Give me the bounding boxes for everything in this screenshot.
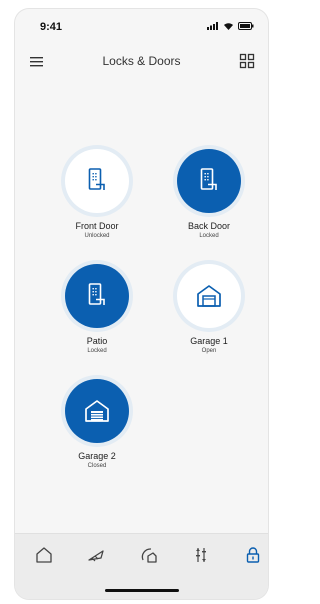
status-icons [207, 22, 254, 30]
battery-icon [238, 22, 254, 30]
home-icon [36, 547, 52, 563]
device-garage-1[interactable]: Garage 1 Open [169, 260, 249, 355]
nav-shortcuts[interactable] [86, 545, 106, 565]
door-lock-icon [200, 168, 217, 190]
nav-sliders[interactable] [191, 545, 211, 565]
device-status: Locked [199, 233, 219, 239]
wifi-icon [224, 23, 233, 30]
device-ring [61, 260, 133, 332]
device-ring [61, 375, 133, 447]
status-time: 9:41 [40, 21, 63, 33]
device-front-door[interactable]: Front Door Unlocked [57, 145, 137, 240]
grid-view-button[interactable] [239, 53, 255, 69]
signal-icon [207, 22, 218, 30]
device-back-door[interactable]: Back Door Locked [169, 145, 249, 240]
phone-screen: 9:41 Locks & Doors Front Door Unlocked B… [15, 9, 268, 599]
bottom-nav [15, 533, 268, 599]
garage-icon [85, 400, 109, 422]
sliders-icon [196, 548, 206, 562]
device-toggle-locked[interactable] [65, 264, 129, 328]
device-ring [173, 145, 245, 217]
app-bar: Locks & Doors [15, 49, 268, 79]
device-garage-2[interactable]: Garage 2 Closed [57, 375, 137, 470]
nav-home[interactable] [34, 545, 54, 565]
page-title: Locks & Doors [102, 54, 181, 68]
device-status: Closed [87, 463, 107, 469]
status-bar: 9:41 [15, 9, 268, 43]
device-name: Garage 1 [190, 336, 228, 346]
device-name: Garage 2 [78, 451, 116, 461]
device-status: Locked [87, 348, 107, 354]
garage-icon [197, 285, 221, 307]
device-toggle-unlocked[interactable] [65, 149, 129, 213]
device-ring [61, 145, 133, 217]
device-status: Open [201, 348, 217, 354]
device-name: Patio [86, 336, 108, 346]
home-indicator[interactable] [105, 589, 179, 592]
device-toggle-closed[interactable] [65, 379, 129, 443]
nav-locks[interactable] [243, 545, 263, 565]
device-toggle-open[interactable] [177, 264, 241, 328]
nav-climate[interactable] [139, 545, 159, 565]
grid-view-icon [239, 53, 255, 69]
door-lock-icon [88, 168, 105, 190]
device-ring [173, 260, 245, 332]
lock-icon [246, 547, 260, 563]
device-name: Back Door [187, 221, 231, 231]
climate-icon [141, 548, 157, 563]
device-name: Front Door [75, 221, 119, 231]
shortcuts-icon [88, 550, 104, 562]
device-patio[interactable]: Patio Locked [57, 260, 137, 355]
device-status: Unlocked [84, 233, 110, 239]
door-lock-icon [88, 283, 105, 305]
device-toggle-locked[interactable] [177, 149, 241, 213]
